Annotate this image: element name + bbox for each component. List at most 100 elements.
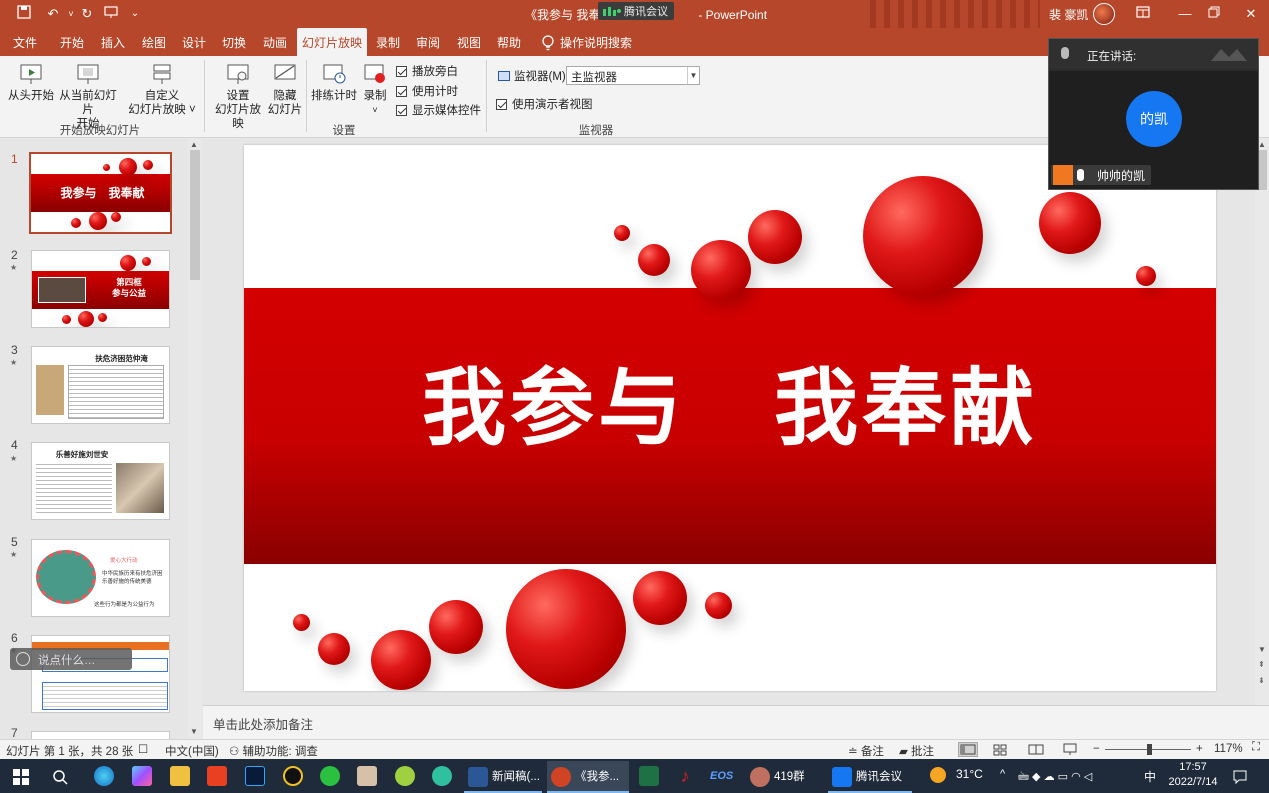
tab-home[interactable]: 开始 [54,28,90,56]
tab-review[interactable]: 审阅 [410,28,446,56]
ribbon-display-options-icon[interactable] [1133,4,1153,24]
app-icon[interactable] [132,766,152,786]
close-icon[interactable]: ✕ [1241,4,1261,24]
monitor-select[interactable]: 主监视器 ▼ [566,66,700,85]
search-icon[interactable] [52,761,74,793]
meeting-speaker-window[interactable]: 正在讲话: 的凯 帅帅的凯 [1048,38,1259,190]
thumb-number: 6 [11,631,18,645]
taskbar-meeting-app[interactable]: 腾讯会议 [828,761,912,793]
from-beginning-quick-icon[interactable] [102,5,120,23]
zoom-in-button[interactable]: + [1196,743,1203,755]
thumbnails-scrollbar[interactable]: ▲ ▼ [188,138,202,739]
tell-me-search[interactable]: 操作说明搜索 [560,28,632,56]
user-name[interactable]: 裴 豪凯 [1049,6,1088,23]
tab-draw[interactable]: 绘图 [136,28,172,56]
weather-icon[interactable] [930,767,946,783]
presenter-view-checkbox[interactable]: 使用演示者视图 [496,96,593,112]
slide-thumbnail-1[interactable]: 我参与 我奉献 [29,152,172,234]
start-button[interactable] [10,761,32,793]
tab-view[interactable]: 视图 [451,28,487,56]
record-button[interactable]: 录制 ˅ [360,62,390,117]
language-indicator[interactable]: 中文(中国) [165,743,219,759]
comments-button[interactable]: ▰ 批注 [899,743,934,759]
edge-icon[interactable] [94,766,114,786]
taskbar-group-chat-app[interactable]: 419群 [746,761,820,793]
custom-slideshow-button[interactable]: 自定义 幻灯片放映 ˅ [128,62,196,117]
slide-thumbnail-7[interactable] [31,731,170,739]
fit-to-window-icon[interactable]: ⛶ [1252,741,1260,754]
tab-file[interactable]: 文件 [4,28,46,56]
slide-title[interactable]: 我参与 我奉献 [244,341,1216,462]
customize-quick-access-icon[interactable]: ⌄ [126,5,144,23]
scroll-down-icon[interactable]: ▼ [190,727,198,736]
tab-help[interactable]: 帮助 [491,28,527,56]
office-icon[interactable] [207,766,227,786]
notification-icon[interactable] [1233,761,1253,793]
redo-icon[interactable]: ↻ [78,5,96,23]
slideshow-view-button[interactable] [1060,742,1080,757]
reading-view-button[interactable] [1026,742,1046,757]
zoom-slider-thumb[interactable] [1147,744,1152,755]
hide-slide-button[interactable]: 隐藏 幻灯片 [266,62,304,117]
scroll-down-icon[interactable]: ▼ [1258,645,1266,654]
app-icon-3[interactable]: ♪ [675,766,695,786]
photoshop-icon[interactable] [245,766,265,786]
media-player-icon[interactable] [432,766,452,786]
tab-insert[interactable]: 插入 [95,28,131,56]
play-narrations-checkbox[interactable]: 播放旁白 [396,63,458,79]
meeting-share-chip[interactable]: 腾讯会议 [598,2,674,20]
slide-thumbnail-3[interactable]: 扶危济困范仲淹 [31,346,170,424]
spell-check-icon[interactable]: ☐ [138,742,148,756]
slide-scrollbar[interactable]: ▲ ▼ ⇞ ⇟ [1255,138,1269,705]
tray-icons[interactable]: 🖮 ◆ ☁ ▭ ◠ ◁ [1018,768,1092,787]
use-timings-checkbox[interactable]: 使用计时 [396,83,458,99]
taskbar-powerpoint-app[interactable]: 《我参... [547,761,629,793]
accessibility-status[interactable]: ⚇ 辅助功能: 调查 [229,743,318,759]
slide-canvas[interactable]: 我参与 我奉献 [244,145,1216,691]
tab-slideshow[interactable]: 幻灯片放映 [297,28,367,56]
file-explorer-icon[interactable] [170,766,190,786]
rehearse-timings-button[interactable]: 排练计时 [311,62,357,103]
excel-icon[interactable] [639,766,659,786]
user-avatar[interactable] [1093,3,1115,25]
input-method[interactable]: 中 [1144,768,1156,785]
previous-slide-icon[interactable]: ⇞ [1258,660,1265,669]
qq-icon[interactable] [283,766,303,786]
restore-icon[interactable] [1204,4,1224,24]
scroll-up-icon[interactable]: ▲ [190,140,198,149]
undo-icon[interactable]: ↶ [44,5,62,23]
meeting-chat-input[interactable]: 说点什么… [10,648,132,670]
weather-temperature[interactable]: 31°C [956,767,983,781]
slide-sorter-view-button[interactable] [990,742,1010,757]
show-hidden-icons[interactable]: ^ [1000,768,1005,780]
notes-button[interactable]: ≐ 备注 [848,743,884,759]
wechat-icon[interactable] [320,766,340,786]
save-icon[interactable] [15,5,33,23]
scroll-thumb[interactable] [190,150,200,280]
scroll-up-icon[interactable]: ▲ [1258,140,1266,149]
zoom-out-button[interactable]: − [1093,743,1100,755]
normal-view-button[interactable] [958,742,978,757]
tab-design[interactable]: 设计 [176,28,212,56]
from-current-slide-button[interactable]: 从当前幻灯片 开始 [56,62,120,131]
slide-thumbnail-5[interactable]: 爱心大行动 中华民族历来有扶危济困 乐善好施的传统美德 这些行为都是为公益行为 [31,539,170,617]
slide-thumbnail-4[interactable]: 乐善好施刘世安 [31,442,170,520]
app-icon-2[interactable] [395,766,415,786]
minimize-icon[interactable]: — [1175,4,1195,24]
participant-name-tag: 帅帅的凯 [1051,165,1152,185]
zoom-level[interactable]: 117% [1214,743,1243,755]
from-beginning-button[interactable]: 从头开始 [8,62,54,103]
setup-slideshow-button[interactable]: 设置 幻灯片放映 [210,62,266,131]
taskbar-word-app[interactable]: 新闻稿(... [464,761,542,793]
slide-thumbnail-6[interactable] [31,635,170,713]
eos-icon[interactable]: EOS [710,766,736,786]
next-slide-icon[interactable]: ⇟ [1258,676,1265,685]
slide-thumbnail-2[interactable]: 第四框 参与公益 [31,250,170,328]
show-media-controls-checkbox[interactable]: 显示媒体控件 [396,102,481,118]
tab-transitions[interactable]: 切换 [216,28,252,56]
tab-animations[interactable]: 动画 [257,28,293,56]
game-icon[interactable] [357,766,377,786]
notes-pane[interactable]: 单击此处添加备注 [203,705,1269,739]
tab-record[interactable]: 录制 [370,28,406,56]
system-clock[interactable]: 17:57 2022/7/14 [1163,760,1223,790]
